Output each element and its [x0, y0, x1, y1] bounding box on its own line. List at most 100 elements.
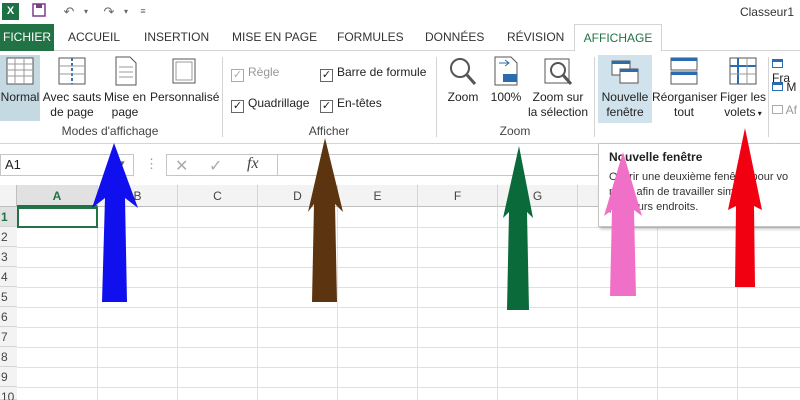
tooltip-body: Ouvrir une deuxième fenêtre pour vo ment…: [609, 171, 789, 213]
gridlines-checkbox[interactable]: ✓ Quadrillage: [231, 96, 309, 113]
column-header[interactable]: G: [498, 185, 578, 207]
page-break-preview-button[interactable]: Avec sauts de page: [42, 55, 102, 120]
title-bar: X ↶ ▾ ↷ ▾ ≡ Classeur1: [0, 0, 800, 24]
undo-dropdown-icon[interactable]: ▾: [80, 3, 92, 20]
formula-bar-checkbox[interactable]: ✓ Barre de formule: [320, 65, 426, 82]
arrange-all-label-2: tout: [673, 105, 694, 119]
row-header[interactable]: 6: [0, 307, 17, 327]
row-header[interactable]: 2: [0, 227, 17, 247]
row-header[interactable]: 10: [0, 387, 17, 400]
ribbon: Normal Avec sauts de page Mise en page P…: [0, 51, 800, 144]
ruler-label: Règle: [248, 65, 280, 79]
grid-row-line: [17, 347, 800, 348]
column-header[interactable]: E: [338, 185, 418, 207]
tab-accueil[interactable]: ACCUEIL: [68, 24, 120, 51]
headings-checkbox[interactable]: ✓ En-têtes: [320, 96, 382, 113]
ribbon-tabs: FICHIER ACCUEIL INSERTION MISE EN PAGE F…: [0, 24, 800, 52]
page-break-label-1: Avec sauts: [42, 90, 102, 104]
page-layout-button[interactable]: Mise en page: [102, 55, 148, 120]
row-header[interactable]: 3: [0, 247, 17, 267]
confirm-icon[interactable]: ✓: [209, 156, 222, 176]
column-header[interactable]: B: [98, 185, 178, 207]
grid-row-line: [17, 367, 800, 368]
grid-col-line: [177, 207, 178, 400]
grid-row-line: [17, 247, 800, 248]
redo-icon[interactable]: ↷: [98, 3, 120, 20]
column-header[interactable]: D: [258, 185, 338, 207]
row-header[interactable]: 1: [0, 207, 17, 227]
formula-input[interactable]: [278, 154, 608, 176]
unhide-button[interactable]: Af: [772, 103, 797, 117]
grid-col-line: [497, 207, 498, 400]
zoom-selection-label-1: Zoom sur: [532, 90, 584, 104]
row-header[interactable]: 8: [0, 347, 17, 367]
row-header[interactable]: 9: [0, 367, 17, 387]
ribbon-separator: [436, 57, 437, 137]
custom-views-button[interactable]: Personnalisé: [150, 55, 219, 105]
column-header[interactable]: F: [418, 185, 498, 207]
zoom-selection-button[interactable]: Zoom sur la sélection: [526, 55, 590, 120]
magnifier-icon: [450, 58, 477, 85]
select-all-corner[interactable]: [0, 185, 17, 207]
ruler-checkbox[interactable]: ✓ Règle: [231, 65, 279, 82]
row-header[interactable]: 5: [0, 287, 17, 307]
tab-revision[interactable]: RÉVISION: [507, 24, 564, 51]
name-box[interactable]: A1: [0, 154, 134, 176]
grid-row-line: [17, 307, 800, 308]
grid-col-line: [417, 207, 418, 400]
grid-col-line: [577, 207, 578, 400]
split-icon: [772, 59, 783, 68]
page-break-icon: [58, 57, 86, 85]
tab-donnees[interactable]: DONNÉES: [425, 24, 484, 51]
zoom-button[interactable]: Zoom: [442, 55, 484, 105]
tab-mise-en-page[interactable]: MISE EN PAGE: [232, 24, 317, 51]
customize-icon[interactable]: ≡: [136, 3, 150, 20]
arrange-all-button[interactable]: Réorganiser tout: [652, 55, 718, 120]
tab-affichage[interactable]: AFFICHAGE: [574, 24, 662, 52]
tab-formules[interactable]: FORMULES: [337, 24, 404, 51]
freeze-panes-icon: [729, 57, 757, 85]
insert-function-icon[interactable]: fx: [247, 155, 259, 173]
new-window-label-1: Nouvelle: [601, 90, 649, 104]
gridlines-label: Quadrillage: [248, 96, 310, 110]
freeze-panes-button[interactable]: Figer les volets ▾: [718, 55, 768, 121]
save-icon[interactable]: [30, 3, 48, 20]
normal-view-button[interactable]: Normal: [0, 55, 40, 121]
new-window-icon: [611, 60, 639, 84]
hide-label: M: [786, 80, 797, 94]
tab-fichier[interactable]: FICHIER: [0, 24, 54, 51]
column-header[interactable]: A: [17, 185, 98, 207]
active-cell-a1[interactable]: [17, 207, 98, 228]
row-header[interactable]: 4: [0, 267, 17, 287]
chevron-down-icon: ▾: [755, 109, 762, 118]
ribbon-separator: [768, 57, 769, 137]
ribbon-separator: [594, 57, 595, 137]
page-layout-label-1: Mise en: [103, 90, 147, 104]
ribbon-separator: [222, 57, 223, 137]
undo-icon[interactable]: ↶: [58, 3, 80, 20]
grid-col-line: [657, 207, 658, 400]
cell-area[interactable]: [17, 207, 800, 400]
unhide-icon: [772, 105, 783, 114]
arrange-all-label-1: Réorganiser: [652, 90, 718, 104]
new-window-tooltip: Nouvelle fenêtre Ouvrir une deuxième fen…: [598, 143, 800, 227]
hide-button[interactable]: M: [772, 80, 796, 94]
chevron-down-icon[interactable]: ▾: [120, 158, 125, 169]
grid-col-line: [337, 207, 338, 400]
headings-label: En-têtes: [337, 96, 382, 110]
tab-insertion[interactable]: INSERTION: [144, 24, 209, 51]
zoom-label: Zoom: [447, 90, 479, 104]
cancel-icon[interactable]: ✕: [175, 156, 188, 176]
grid-row-line: [17, 267, 800, 268]
zoom-100-icon: [494, 56, 518, 86]
page-layout-icon: [115, 56, 137, 86]
new-window-button[interactable]: Nouvelle fenêtre: [598, 55, 652, 123]
grid-col-line: [257, 207, 258, 400]
column-header[interactable]: C: [178, 185, 258, 207]
grid-col-line: [97, 207, 98, 400]
tooltip-title: Nouvelle fenêtre: [609, 150, 703, 164]
row-header[interactable]: 7: [0, 327, 17, 347]
normal-view-icon: [6, 57, 34, 85]
redo-dropdown-icon[interactable]: ▾: [120, 3, 132, 20]
zoom-100-button[interactable]: 100%: [488, 55, 524, 105]
